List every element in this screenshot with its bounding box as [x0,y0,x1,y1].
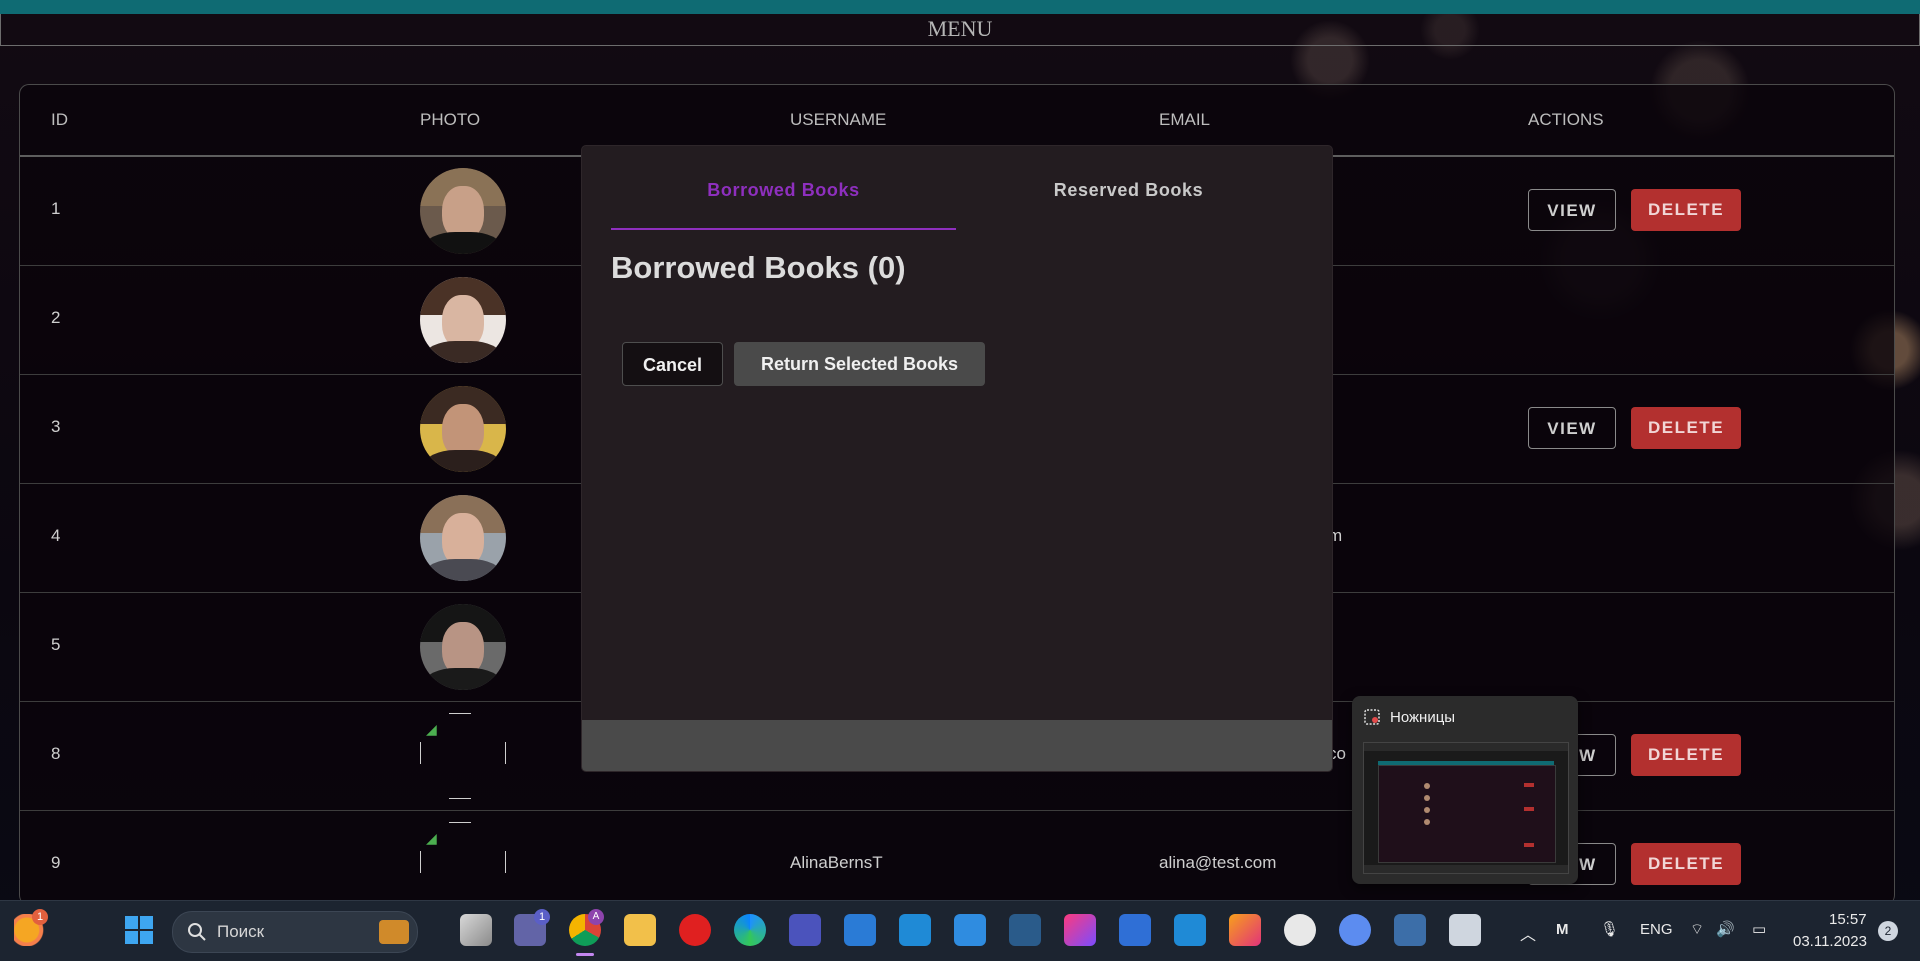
media-player-icon[interactable] [1284,914,1316,946]
dialog-footer [582,720,1332,771]
user-avatar [420,277,506,363]
vscode-icon[interactable] [1174,914,1206,946]
file-explorer-icon[interactable] [624,914,656,946]
snipping-tool-icon [1364,709,1380,725]
yandex-browser-icon[interactable] [679,914,711,946]
row-id: 5 [51,635,61,654]
teams-icon[interactable] [789,914,821,946]
broken-image-icon: ◢ [420,822,506,905]
jetbrains-icon[interactable] [1064,914,1096,946]
tab-reserved-books[interactable]: Reserved Books [956,180,1301,201]
user-avatar [420,386,506,472]
header-email: EMAIL [1159,110,1211,129]
row-id: 1 [51,199,61,218]
tray-app-icon[interactable]: M [1556,921,1569,938]
dialog-heading: Borrowed Books (0) [611,250,906,285]
battery-icon[interactable]: ▭ [1752,920,1766,938]
chevron-up-icon[interactable]: ︿ [1520,921,1536,945]
search-icon [188,923,206,941]
user-avatar [420,168,506,254]
app-icon[interactable] [1339,914,1371,946]
tab-borrowed-books[interactable]: Borrowed Books [611,180,956,201]
intellij-idea-icon[interactable] [1229,914,1261,946]
clock-date[interactable]: 03.11.2023 [1793,933,1867,950]
taskbar: 1 Поиск 1 A ︿ M 🎙 ENG ⌔ 🔊 ▭ 15:57 03.11.… [0,900,1920,961]
header-actions: ACTIONS [1528,110,1604,129]
mail-icon[interactable] [844,914,876,946]
calendar-icon[interactable] [1119,914,1151,946]
chrome-profile-badge: A [588,909,604,925]
email-cell: alina@test.com [1159,853,1277,872]
view-button[interactable]: VIEW [1528,189,1616,231]
row-id: 2 [51,308,61,327]
row-id: 9 [51,853,61,872]
windows-start-icon[interactable] [123,914,155,946]
active-app-indicator [576,953,594,956]
teams-badge: 1 [534,909,550,925]
active-tab-indicator [611,228,956,230]
menu-bar[interactable]: MENU [0,14,1920,46]
cancel-button[interactable]: Cancel [622,342,723,386]
notification-badge[interactable]: 2 [1878,921,1898,941]
return-selected-books-button[interactable]: Return Selected Books [734,342,985,386]
task-view-icon[interactable] [460,914,492,946]
header-id: ID [51,110,68,129]
delete-button[interactable]: DELETE [1631,734,1741,776]
username-cell: AlinaBernsT [790,853,883,872]
broken-image-icon: ◢ [420,713,506,799]
row-id: 3 [51,417,61,436]
snipping-tool-taskbar-icon[interactable] [1394,914,1426,946]
row-id: 8 [51,744,61,763]
taskbar-window-preview[interactable]: Ножницы [1352,696,1578,884]
edge-icon[interactable] [734,914,766,946]
taskbar-search-input[interactable]: Поиск [172,911,418,953]
delete-button[interactable]: DELETE [1631,407,1741,449]
wifi-icon[interactable]: ⌔ [1690,920,1704,939]
table-row: 9 ◢ AlinaBernsT alina@test.com VIEW DELE… [20,811,1894,905]
header-username: USERNAME [790,110,887,129]
books-dialog: Borrowed Books Reserved Books Borrowed B… [582,146,1332,771]
search-highlight-icon [379,920,409,944]
preview-title: Ножницы [1390,709,1456,726]
store-icon[interactable] [899,914,931,946]
preview-thumbnail [1363,742,1569,874]
delete-button[interactable]: DELETE [1631,843,1741,885]
delete-button[interactable]: DELETE [1631,189,1741,231]
row-id: 4 [51,526,61,545]
volume-icon[interactable]: 🔊 [1716,920,1735,938]
clock-time[interactable]: 15:57 [1829,911,1867,928]
microphone-icon[interactable]: 🎙 [1600,920,1619,938]
language-indicator[interactable]: ENG [1640,921,1673,938]
mysql-workbench-icon[interactable] [1009,914,1041,946]
header-photo: PHOTO [420,110,481,129]
security-icon[interactable] [954,914,986,946]
browser-top-strip [0,0,1920,14]
view-button[interactable]: VIEW [1528,407,1616,449]
user-avatar [420,495,506,581]
paint-icon[interactable] [1449,914,1481,946]
search-placeholder: Поиск [217,922,265,941]
user-avatar [420,604,506,690]
weather-badge: 1 [32,909,48,925]
